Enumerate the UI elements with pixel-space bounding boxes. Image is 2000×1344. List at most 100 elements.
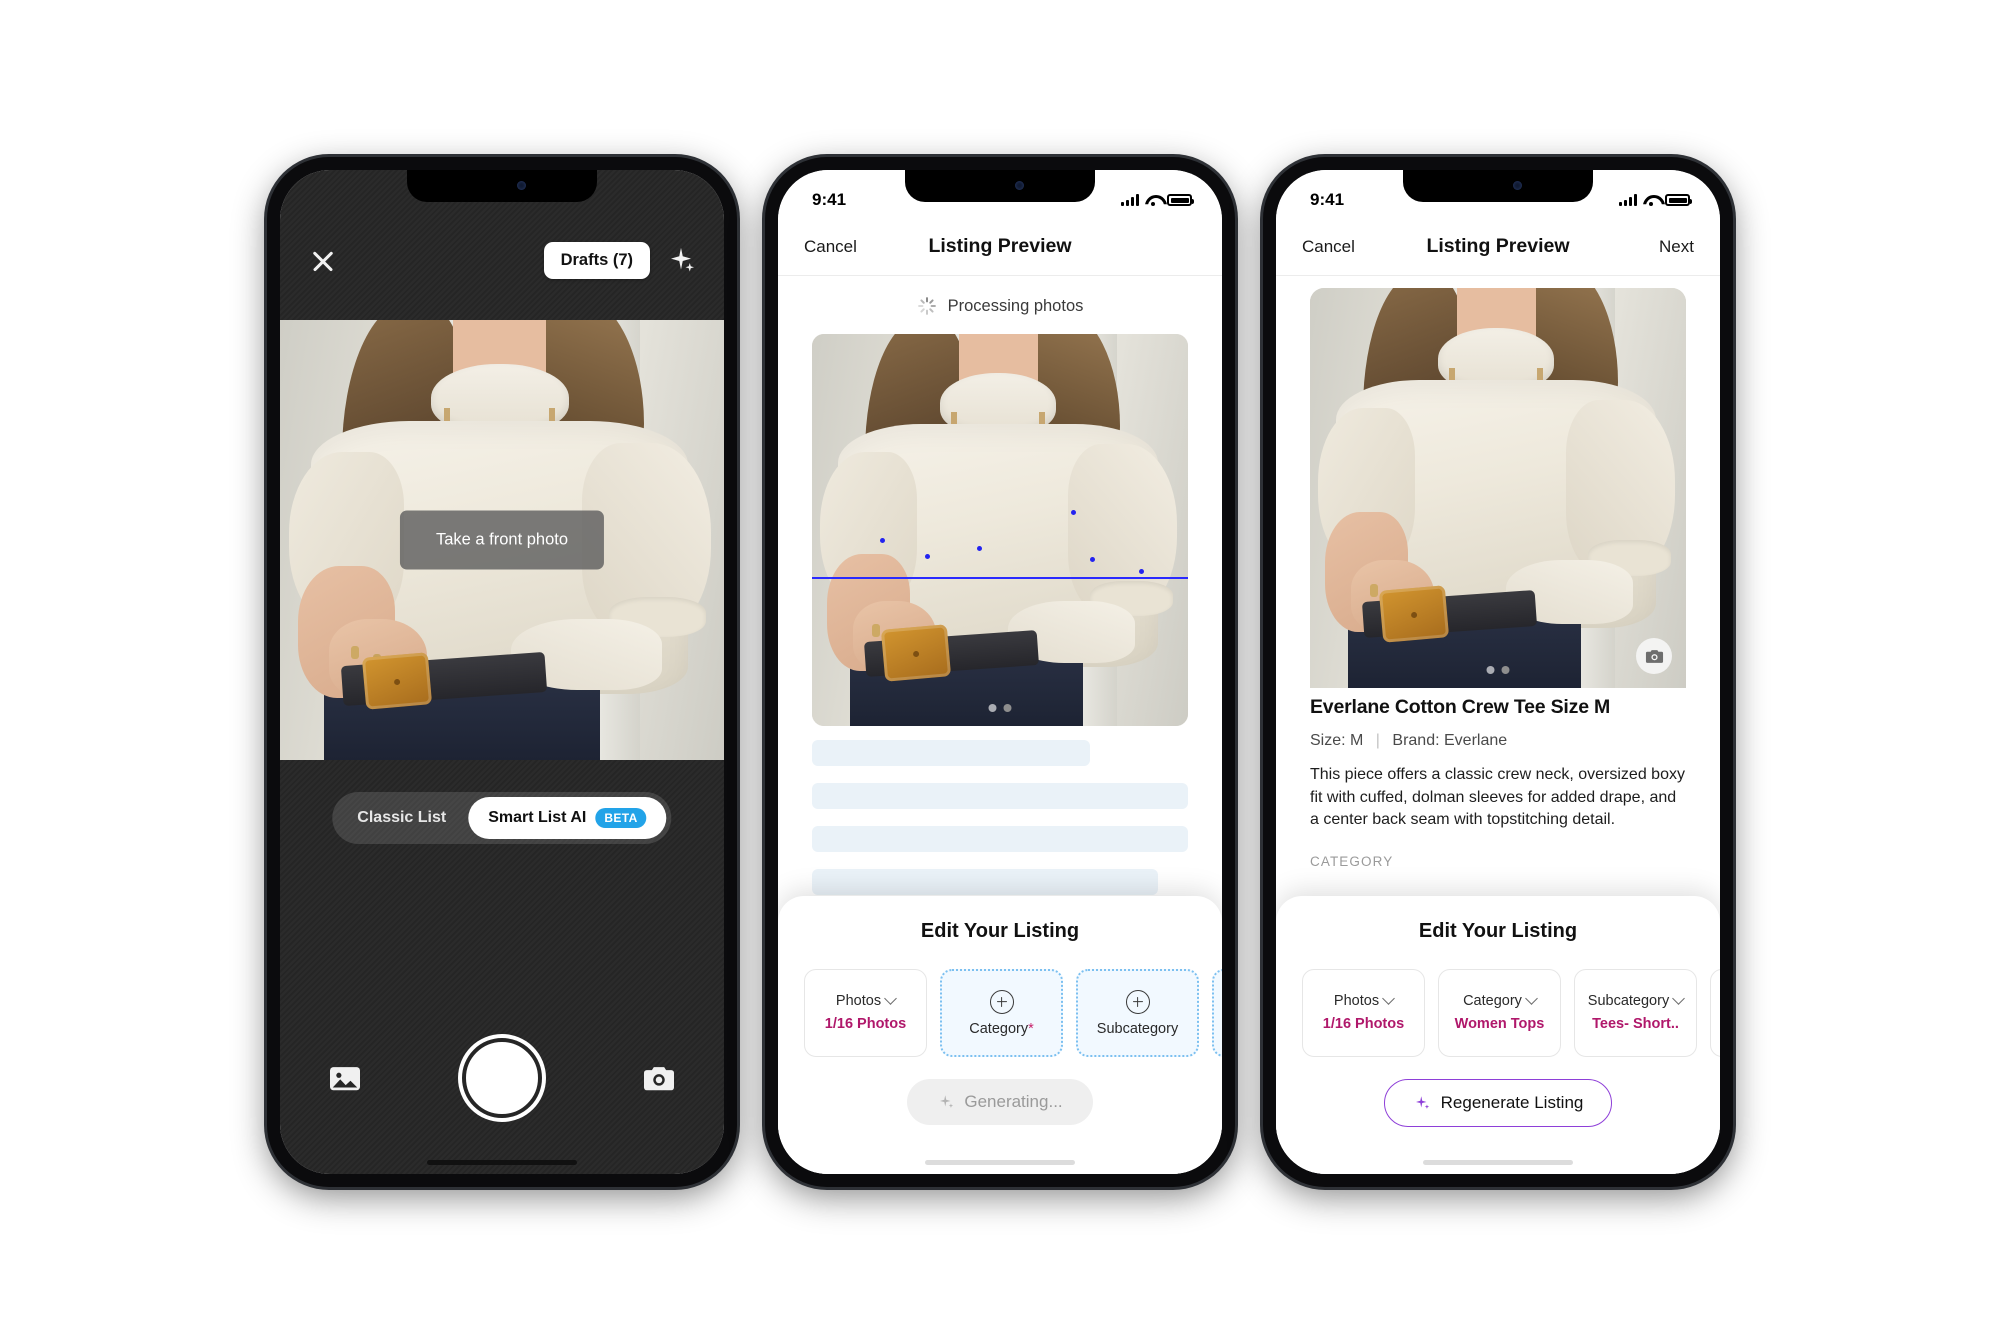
chip-photos-label: Photos (1333, 992, 1380, 1009)
ai-sparkle-icon[interactable] (666, 245, 696, 275)
photo-carousel[interactable] (812, 334, 1188, 726)
chevron-down-icon (1382, 992, 1395, 1006)
product-brand: Brand: Everlane (1392, 732, 1508, 749)
carousel-dot[interactable] (988, 704, 997, 712)
carousel-dots[interactable] (988, 704, 1012, 712)
mode-smart-list-label: Smart List AI (488, 809, 587, 826)
skeleton-bar (812, 826, 1188, 852)
detection-point (924, 553, 930, 559)
page-title: Listing Preview (1426, 235, 1570, 257)
wifi-icon (1145, 194, 1161, 206)
regenerate-listing-button[interactable]: Regenerate Listing (1383, 1079, 1613, 1127)
mode-classic-list[interactable]: Classic List (337, 798, 466, 838)
chip-category[interactable]: Category* (940, 969, 1063, 1057)
chevron-down-icon (884, 992, 897, 1006)
home-indicator (1423, 1160, 1573, 1165)
mode-smart-list-ai[interactable]: Smart List AI BETA (468, 797, 667, 839)
required-asterisk: * (1028, 1020, 1034, 1037)
skeleton-bar (812, 740, 1091, 766)
nav-bar: Cancel Listing Preview (778, 218, 1222, 276)
home-indicator (925, 1160, 1075, 1165)
status-time: 9:41 (1310, 190, 1345, 209)
sheet-title: Edit Your Listing (1418, 920, 1578, 942)
cellular-signal-icon (1121, 194, 1139, 206)
detection-point (879, 537, 885, 543)
camera-controls (280, 1034, 724, 1122)
cancel-button[interactable]: Cancel (804, 237, 862, 257)
chip-category-text: Category (969, 1020, 1029, 1037)
list-mode-toggle[interactable]: Classic List Smart List AI BETA (332, 792, 672, 844)
carousel-dot[interactable] (1486, 666, 1495, 674)
chip-brand[interactable]: Brand (1212, 969, 1222, 1057)
battery-icon (1665, 194, 1692, 206)
model-photo (812, 334, 1188, 726)
chip-subcategory[interactable]: Subcategory (1076, 969, 1199, 1057)
chip-category-label: Category (1463, 992, 1522, 1009)
generating-button: Generating... (907, 1079, 1093, 1125)
cancel-button[interactable]: Cancel (1302, 237, 1360, 257)
attribute-chip-row[interactable]: Photos 1/16 Photos Category Women Tops S… (1276, 943, 1720, 1057)
product-details: Everlane Cotton Crew Tee Size M Size: M … (1310, 696, 1686, 869)
loading-spinner-icon (917, 296, 937, 316)
plus-circle-icon (989, 989, 1014, 1014)
next-button[interactable]: Next (1636, 237, 1694, 257)
three-phone-mockup: Drafts (7) Take a front photo Classic Li… (0, 0, 2000, 1344)
carousel-dots[interactable] (1486, 666, 1510, 674)
phone-listing-generated: 9:41 Cancel Listing Preview Next Everlan… (1263, 157, 1733, 1187)
model-photo (1310, 288, 1686, 688)
sheet-title: Edit Your Listing (920, 920, 1080, 942)
camera-screen: Drafts (7) Take a front photo Classic Li… (280, 170, 724, 1174)
ai-sparkle-icon (1413, 1094, 1431, 1112)
edit-listing-sheet: Edit Your Listing Photos 1/16 Photos Cat (1276, 896, 1720, 1174)
carousel-dot-active[interactable] (1003, 704, 1012, 712)
product-meta: Size: M | Brand: Everlane (1310, 732, 1686, 750)
chevron-down-icon (1525, 992, 1538, 1006)
battery-icon (1167, 194, 1194, 206)
chip-subcategory-value: Tees- Short.. (1592, 1015, 1679, 1032)
photo-carousel[interactable] (1310, 288, 1686, 688)
chip-photos[interactable]: Photos 1/16 Photos (804, 969, 927, 1057)
chip-photos-value: 1/16 Photos (824, 1015, 907, 1032)
attribute-chip-row[interactable]: Photos 1/16 Photos Category* Subcategory (778, 943, 1222, 1057)
detection-line (812, 577, 1188, 580)
category-section-label: CATEGORY (1310, 854, 1394, 870)
drafts-button[interactable]: Drafts (7) (543, 241, 650, 279)
edit-listing-sheet: Edit Your Listing Photos 1/16 Photos Cat… (778, 896, 1222, 1174)
camera-icon[interactable] (1636, 638, 1672, 674)
skeleton-bar (812, 783, 1188, 809)
beta-badge: BETA (595, 808, 647, 828)
flip-camera-icon[interactable] (642, 1063, 676, 1093)
close-x-icon[interactable] (308, 245, 338, 275)
meta-divider: | (1375, 732, 1380, 749)
carousel-dot-active[interactable] (1501, 666, 1510, 674)
nav-bar: Cancel Listing Preview Next (1276, 218, 1720, 276)
photo-library-icon[interactable] (328, 1063, 362, 1093)
chip-photos[interactable]: Photos 1/16 Photos (1302, 969, 1425, 1057)
wifi-icon (1643, 194, 1659, 206)
phone-listing-processing: 9:41 Cancel Listing Preview Processing p… (765, 157, 1235, 1187)
product-title: Everlane Cotton Crew Tee Size M (1310, 696, 1611, 718)
status-indicators (1121, 194, 1194, 206)
shutter-button[interactable] (462, 1038, 542, 1118)
status-time: 9:41 (812, 190, 847, 209)
product-size: Size: M (1310, 732, 1364, 749)
phone-camera-capture: Drafts (7) Take a front photo Classic Li… (267, 157, 737, 1187)
ai-sparkle-icon (937, 1093, 955, 1111)
skeleton-bar (812, 869, 1158, 895)
device-notch (1403, 170, 1593, 202)
capture-hint-text: Take a front photo (399, 510, 605, 570)
cellular-signal-icon (1619, 194, 1637, 206)
chip-photos-value: 1/16 Photos (1322, 1015, 1405, 1032)
regenerate-listing-label: Regenerate Listing (1440, 1093, 1584, 1112)
camera-viewfinder[interactable]: Take a front photo (280, 320, 724, 760)
chip-subcategory-label: Subcategory (1587, 992, 1670, 1009)
chip-brand[interactable]: Brand Everlane (1710, 969, 1720, 1057)
processing-status: Processing photos (778, 282, 1222, 330)
chip-photos-label: Photos (835, 992, 882, 1009)
loading-skeleton (812, 740, 1188, 912)
device-notch (407, 170, 597, 202)
product-description: This piece offers a classic crew neck, o… (1310, 766, 1685, 829)
chip-subcategory[interactable]: Subcategory Tees- Short.. (1574, 969, 1697, 1057)
device-notch (905, 170, 1095, 202)
chip-category[interactable]: Category Women Tops (1438, 969, 1561, 1057)
